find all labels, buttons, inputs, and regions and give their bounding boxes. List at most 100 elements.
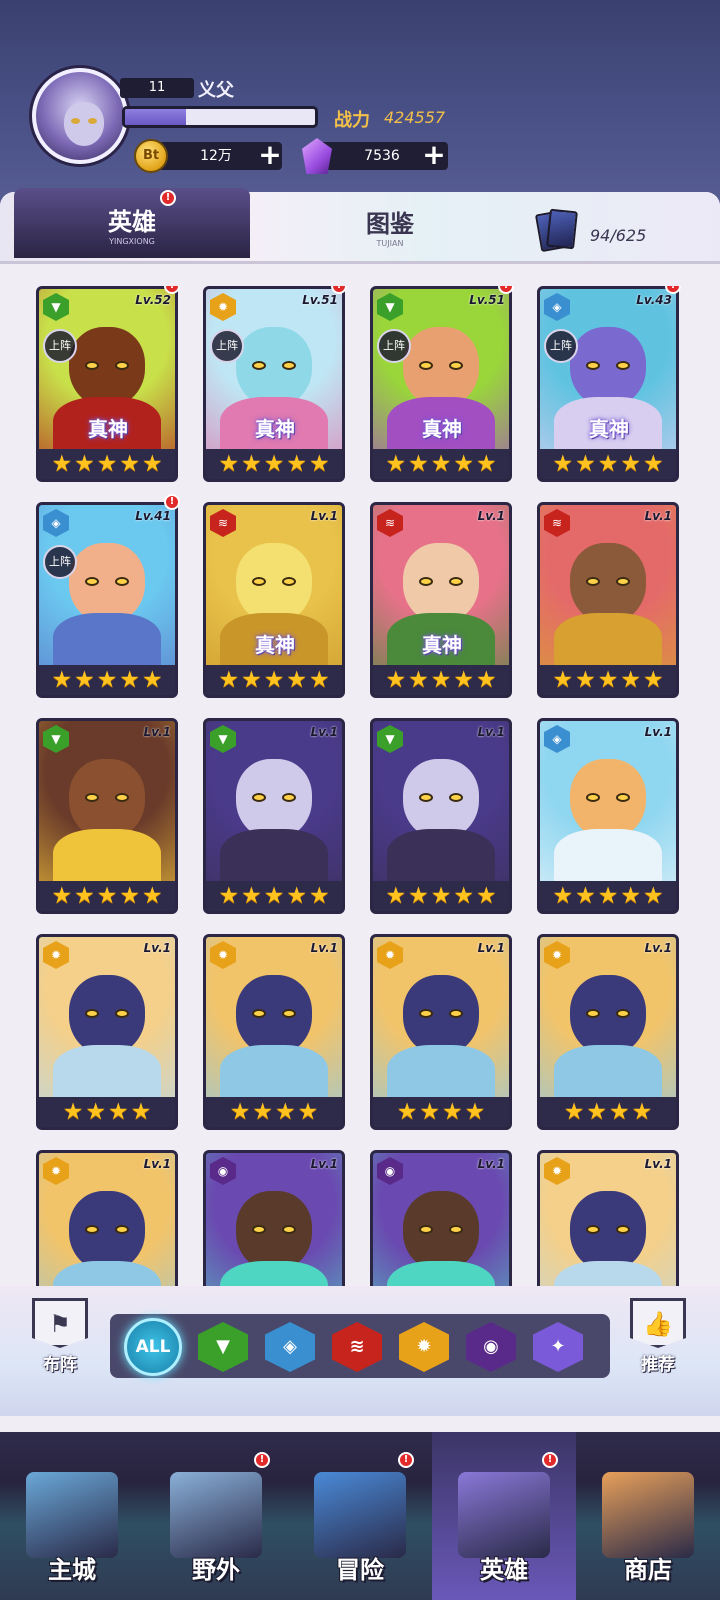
hero-eye <box>252 577 266 586</box>
hero-body <box>220 829 328 889</box>
hero-eye <box>449 361 463 370</box>
hero-card[interactable]: ✹ Lv.1 ★★★★ <box>537 934 679 1130</box>
star-icon: ★ <box>408 667 429 693</box>
hero-eye <box>282 1225 296 1234</box>
hero-eye <box>115 1009 129 1018</box>
star-icon: ★ <box>597 667 619 693</box>
avatar-face <box>64 102 104 146</box>
star-icon: ★ <box>642 667 664 693</box>
hero-card[interactable]: ◈ Lv.1 ★ ★ ★ ★ ★ <box>537 718 679 914</box>
recommend-button[interactable]: 👍 推荐 <box>626 1298 690 1388</box>
add-gems-button[interactable]: + <box>422 141 446 169</box>
hero-card[interactable]: ✹ Lv.1 ★★★★ <box>370 934 512 1130</box>
deployed-badge: 上阵 <box>43 329 77 363</box>
hero-head <box>570 543 646 623</box>
nav-hero[interactable]: 英雄 ! <box>432 1432 576 1600</box>
star-rating: ★ ★ ★ ★ ★ <box>373 449 509 479</box>
hero-eye <box>252 793 266 802</box>
filter-all-button[interactable]: ALL <box>124 1318 182 1376</box>
hero-head <box>236 1191 312 1271</box>
star-rating: ★ ★ ★ ★ ★ <box>206 665 342 695</box>
hero-head <box>403 327 479 407</box>
filter-light-button[interactable]: ✹ <box>399 1322 449 1372</box>
hero-head <box>69 327 145 407</box>
hero-eye <box>282 1009 296 1018</box>
star-icon: ★ <box>141 667 163 693</box>
star-icon: ★ <box>263 451 285 477</box>
alert-icon: ! <box>164 494 180 510</box>
nav-adventure[interactable]: 冒险 ! <box>288 1432 432 1600</box>
hero-body <box>53 829 161 889</box>
hero-eye <box>586 1225 600 1234</box>
hero-head <box>69 543 145 623</box>
true-god-badge: 真神 <box>255 633 295 657</box>
hero-card[interactable]: ✹ Lv.1 ★★★★ <box>203 934 345 1130</box>
hero-card[interactable]: ▼ Lv.1 ★ ★ ★ ★ ★ <box>36 718 178 914</box>
hero-eye <box>419 793 433 802</box>
hero-body <box>53 613 161 673</box>
hero-card[interactable]: ✹ Lv.1 ★★★★ <box>36 934 178 1130</box>
hero-card[interactable]: ▼ Lv.1 ★ ★ ★ ★ ★ <box>370 718 512 914</box>
hero-card[interactable]: ▼ Lv.1 ★ ★ ★ ★ ★ <box>203 718 345 914</box>
star-icon: ★ <box>396 1099 418 1125</box>
alert-icon: ! <box>254 1452 270 1468</box>
formation-button[interactable]: ⚑ 布阵 <box>28 1298 92 1388</box>
hero-level: Lv.1 <box>644 941 672 955</box>
hero-card[interactable]: ◉ Lv.1 ★★★★ <box>203 1150 345 1286</box>
hero-card[interactable]: ✹ Lv.1 ★★★★ <box>36 1150 178 1286</box>
hero-card[interactable]: ▼ Lv.51 上阵 真神 ★ ★ ★ ★ ★ <box>370 286 512 482</box>
hero-level: Lv.1 <box>477 1157 505 1171</box>
hero-eye <box>419 1009 433 1018</box>
hero-card[interactable]: ◈ Lv.43 上阵 真神 ★ ★ ★ ★ ★ <box>537 286 679 482</box>
deployed-badge: 上阵 <box>43 545 77 579</box>
tab-codex[interactable]: 图鉴 TUJIAN <box>330 204 450 248</box>
hero-card[interactable]: ◉ Lv.1 ★★★★ <box>370 1150 512 1286</box>
star-rating: ★ ★ ★ ★ ★ <box>39 665 175 695</box>
hero-eye <box>616 793 630 802</box>
star-icon: ★ <box>620 883 641 909</box>
nav-shop[interactable]: 商店 <box>576 1432 720 1600</box>
filter-fire-button[interactable]: ≋ <box>332 1322 382 1372</box>
add-coins-button[interactable]: + <box>258 141 282 169</box>
true-god-badge: 真神 <box>255 417 295 441</box>
player-avatar[interactable] <box>32 68 128 164</box>
hero-eye <box>419 1225 433 1234</box>
hero-card[interactable]: ▼ Lv.52 上阵 真神 ★ ★ ★ ★ ★ <box>36 286 178 482</box>
hero-head <box>403 975 479 1055</box>
hero-card[interactable]: ✹ Lv.51 上阵 真神 ★ ★ ★ ★ ★ <box>203 286 345 482</box>
star-icon: ★ <box>218 667 240 693</box>
hero-card[interactable]: ≋ Lv.1 真神 ★ ★ ★ ★ ★ <box>370 502 512 698</box>
hero-head <box>236 327 312 407</box>
hero-card[interactable]: ≋ Lv.1 ★ ★ ★ ★ ★ <box>537 502 679 698</box>
hero-card[interactable]: ◈ Lv.41 上阵 ★ ★ ★ ★ ★ <box>36 502 178 698</box>
filter-nature-button[interactable]: ▼ <box>198 1322 248 1372</box>
formation-flag-icon: ⚑ <box>32 1298 88 1348</box>
nav-field[interactable]: 野外 ! <box>144 1432 288 1600</box>
star-icon: ★ <box>575 883 596 909</box>
coin-value: 12万 <box>200 148 232 164</box>
star-icon: ★ <box>275 1099 296 1125</box>
hero-eye <box>85 793 99 802</box>
hero-card[interactable]: ≋ Lv.1 真神 ★ ★ ★ ★ ★ <box>203 502 345 698</box>
tab-heroes[interactable]: 英雄 YINGXIONG ! <box>14 188 250 258</box>
field-icon <box>170 1472 262 1558</box>
filter-water-button[interactable]: ◈ <box>265 1322 315 1372</box>
star-icon: ★ <box>286 667 307 693</box>
hero-grid: ▼ Lv.52 上阵 真神 ★★★★★ ! ✹ Lv.51 上阵 真神 ★★★★… <box>36 286 696 1286</box>
nav-city[interactable]: 主城 <box>0 1432 144 1600</box>
top-hud: 11 义父 战力 424557 12万 Bt + 7536 + <box>0 0 720 190</box>
deployed-badge: 上阵 <box>210 329 244 363</box>
star-icon: ★ <box>229 1099 251 1125</box>
star-icon: ★ <box>241 883 262 909</box>
hero-body <box>53 1261 161 1286</box>
deployed-badge: 上阵 <box>544 329 578 363</box>
filter-dark-button[interactable]: ◉ <box>466 1322 516 1372</box>
filter-spirit-button[interactable]: ✦ <box>533 1322 583 1372</box>
hero-head <box>403 1191 479 1271</box>
star-icon: ★ <box>430 667 452 693</box>
star-icon: ★ <box>464 1099 486 1125</box>
hero-card[interactable]: ✹ Lv.1 ★★★★ <box>537 1150 679 1286</box>
star-icon: ★ <box>74 451 95 477</box>
hero-eye <box>85 1009 99 1018</box>
hero-body <box>220 1045 328 1105</box>
